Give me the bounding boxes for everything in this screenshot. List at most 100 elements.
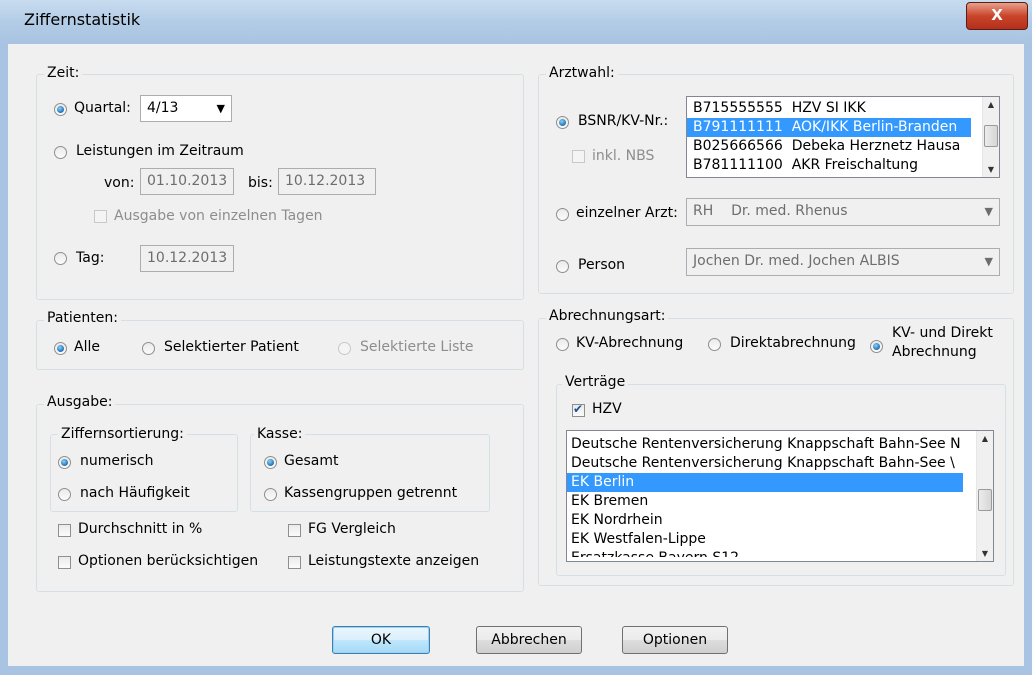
list-item[interactable]: B025666566 Debeka Herznetz Hausa bbox=[687, 137, 999, 156]
selektierte-liste-label[interactable]: Selektierte Liste bbox=[360, 339, 474, 355]
alle-radio[interactable] bbox=[54, 342, 67, 355]
list-item[interactable]: B791111111 AOK/IKK Berlin-Branden bbox=[687, 118, 971, 137]
alle-label[interactable]: Alle bbox=[74, 339, 100, 355]
einzelne-tage-checkbox[interactable] bbox=[94, 210, 107, 223]
person-select[interactable]: Jochen Dr. med. Jochen ALBIS ▼ bbox=[686, 248, 1000, 276]
quartal-value: 4/13 bbox=[147, 100, 179, 116]
zeit-group-label: Zeit: bbox=[44, 65, 83, 81]
einzelner-arzt-select[interactable]: RH Dr. med. Rhenus ▼ bbox=[686, 198, 1000, 226]
person-label[interactable]: Person bbox=[578, 257, 625, 273]
direktabrechnung-radio[interactable] bbox=[708, 338, 721, 351]
window-title: Ziffernstatistik bbox=[24, 10, 141, 29]
dialog-window: Ziffernstatistik X Zeit: Quartal: 4/13 ▼… bbox=[0, 0, 1032, 675]
inkl-nbs-checkbox[interactable] bbox=[572, 150, 585, 163]
kasse-label: Kasse: bbox=[254, 426, 306, 442]
quartal-label[interactable]: Quartal: bbox=[74, 100, 131, 116]
leistungen-zeitraum-radio[interactable] bbox=[54, 146, 67, 159]
ok-button[interactable]: OK bbox=[332, 626, 430, 654]
scroll-up-icon[interactable]: ▲ bbox=[983, 100, 999, 109]
optionen-beruecksichtigen-checkbox[interactable] bbox=[58, 556, 71, 569]
list-item[interactable]: EK Westfalen-Lippe bbox=[567, 530, 993, 549]
leistungen-zeitraum-label[interactable]: Leistungen im Zeitraum bbox=[76, 143, 244, 159]
chevron-down-icon: ▼ bbox=[984, 255, 993, 268]
quartal-select[interactable]: 4/13 ▼ bbox=[140, 95, 232, 122]
arzt-code: RH bbox=[693, 203, 714, 219]
scroll-thumb[interactable] bbox=[978, 489, 992, 511]
kv-abrechnung-radio[interactable] bbox=[556, 338, 569, 351]
arztwahl-group-label: Arztwahl: bbox=[546, 65, 618, 81]
kv-direkt-label-line1[interactable]: KV- und Direkt bbox=[892, 325, 993, 341]
selektierte-liste-radio[interactable] bbox=[338, 342, 351, 355]
abrechnungsart-group-label: Abrechnungsart: bbox=[546, 308, 669, 324]
list-item[interactable]: Ersatzkasse Bayern S12 bbox=[567, 549, 993, 557]
window-frame-left bbox=[0, 44, 8, 675]
optionen-beruecksichtigen-label[interactable]: Optionen berücksichtigen bbox=[78, 553, 258, 569]
quartal-radio[interactable] bbox=[54, 103, 67, 116]
durchschnitt-label[interactable]: Durchschnitt in % bbox=[78, 521, 202, 537]
haeufigkeit-label[interactable]: nach Häufigkeit bbox=[80, 485, 190, 501]
fg-vergleich-label[interactable]: FG Vergleich bbox=[308, 521, 396, 537]
tag-date-field[interactable]: 10.12.2013 bbox=[140, 245, 234, 272]
chevron-down-icon: ▼ bbox=[216, 102, 225, 115]
bsnr-list[interactable]: B715555555 HZV SI IKK B791111111 AOK/IKK… bbox=[686, 96, 1000, 178]
gesamt-label[interactable]: Gesamt bbox=[284, 453, 338, 469]
einzelner-arzt-label[interactable]: einzelner Arzt: bbox=[576, 205, 678, 221]
numerisch-label[interactable]: numerisch bbox=[80, 453, 154, 469]
einzelne-tage-label[interactable]: Ausgabe von einzelnen Tagen bbox=[114, 208, 323, 224]
close-button[interactable]: X bbox=[966, 2, 1028, 30]
bsnr-radio[interactable] bbox=[556, 116, 569, 129]
scroll-thumb[interactable] bbox=[984, 125, 998, 147]
vertraege-list-scrollbar[interactable]: ▲ ▼ bbox=[976, 431, 993, 561]
scroll-up-icon[interactable]: ▲ bbox=[977, 434, 993, 443]
list-item[interactable]: Deutsche Rentenversicherung Knappschaft … bbox=[567, 435, 961, 454]
gesamt-radio[interactable] bbox=[264, 456, 277, 469]
list-item[interactable]: Deutsche Rentenversicherung Knappschaft … bbox=[567, 454, 961, 473]
kv-direkt-label-line2[interactable]: Abrechnung bbox=[892, 344, 977, 360]
ziffernsortierung-label: Ziffernsortierung: bbox=[58, 426, 187, 442]
person-radio[interactable] bbox=[556, 260, 569, 273]
scroll-down-icon[interactable]: ▼ bbox=[977, 549, 993, 558]
hzv-checkbox[interactable] bbox=[572, 402, 585, 417]
fg-vergleich-checkbox[interactable] bbox=[288, 524, 301, 537]
title-bar[interactable]: Ziffernstatistik X bbox=[0, 0, 1032, 44]
ausgabe-group-label: Ausgabe: bbox=[44, 394, 116, 410]
numerisch-radio[interactable] bbox=[58, 456, 71, 469]
haeufigkeit-radio[interactable] bbox=[58, 488, 71, 501]
scroll-down-icon[interactable]: ▼ bbox=[983, 165, 999, 174]
vertraege-group-label: Verträge bbox=[562, 374, 629, 390]
bsnr-label[interactable]: BSNR/KV-Nr.: bbox=[578, 113, 668, 129]
inkl-nbs-label[interactable]: inkl. NBS bbox=[592, 148, 654, 164]
optionen-button[interactable]: Optionen bbox=[622, 626, 728, 654]
list-item[interactable]: B715555555 HZV SI IKK bbox=[687, 99, 999, 118]
hzv-label[interactable]: HZV bbox=[592, 401, 622, 417]
bis-date-field[interactable]: 10.12.2013 bbox=[278, 168, 376, 195]
durchschnitt-checkbox[interactable] bbox=[58, 524, 71, 537]
selektierter-patient-label[interactable]: Selektierter Patient bbox=[164, 339, 299, 355]
abbrechen-button[interactable]: Abbrechen bbox=[476, 626, 582, 654]
selektierter-patient-radio[interactable] bbox=[142, 342, 155, 355]
kassengruppen-radio[interactable] bbox=[264, 488, 277, 501]
list-item[interactable]: EK Berlin bbox=[567, 473, 963, 492]
bis-label: bis: bbox=[248, 175, 273, 191]
patienten-group-label: Patienten: bbox=[44, 310, 121, 326]
tag-radio[interactable] bbox=[54, 252, 67, 265]
kv-direkt-radio[interactable] bbox=[870, 340, 883, 353]
leistungstexte-label[interactable]: Leistungstexte anzeigen bbox=[308, 553, 479, 569]
window-frame-right bbox=[1024, 44, 1032, 675]
kassengruppen-label[interactable]: Kassengruppen getrennt bbox=[284, 485, 457, 501]
window-frame-bottom bbox=[0, 666, 1032, 675]
tag-label[interactable]: Tag: bbox=[76, 250, 104, 266]
close-icon: X bbox=[991, 6, 1003, 24]
von-date-field[interactable]: 01.10.2013 bbox=[140, 168, 234, 195]
person-value: Jochen Dr. med. Jochen ALBIS bbox=[693, 253, 900, 269]
einzelner-arzt-radio[interactable] bbox=[556, 208, 569, 221]
leistungstexte-checkbox[interactable] bbox=[288, 556, 301, 569]
vertraege-list[interactable]: Deutsche Rentenversicherung Knappschaft … bbox=[566, 430, 994, 562]
kv-abrechnung-label[interactable]: KV-Abrechnung bbox=[576, 335, 683, 351]
list-item[interactable]: EK Nordrhein bbox=[567, 511, 993, 530]
chevron-down-icon: ▼ bbox=[984, 205, 993, 218]
direktabrechnung-label[interactable]: Direktabrechnung bbox=[730, 335, 856, 351]
list-item[interactable]: EK Bremen bbox=[567, 492, 993, 511]
list-item[interactable]: B781111100 AKR Freischaltung bbox=[687, 156, 999, 175]
bsnr-list-scrollbar[interactable]: ▲ ▼ bbox=[982, 97, 999, 177]
